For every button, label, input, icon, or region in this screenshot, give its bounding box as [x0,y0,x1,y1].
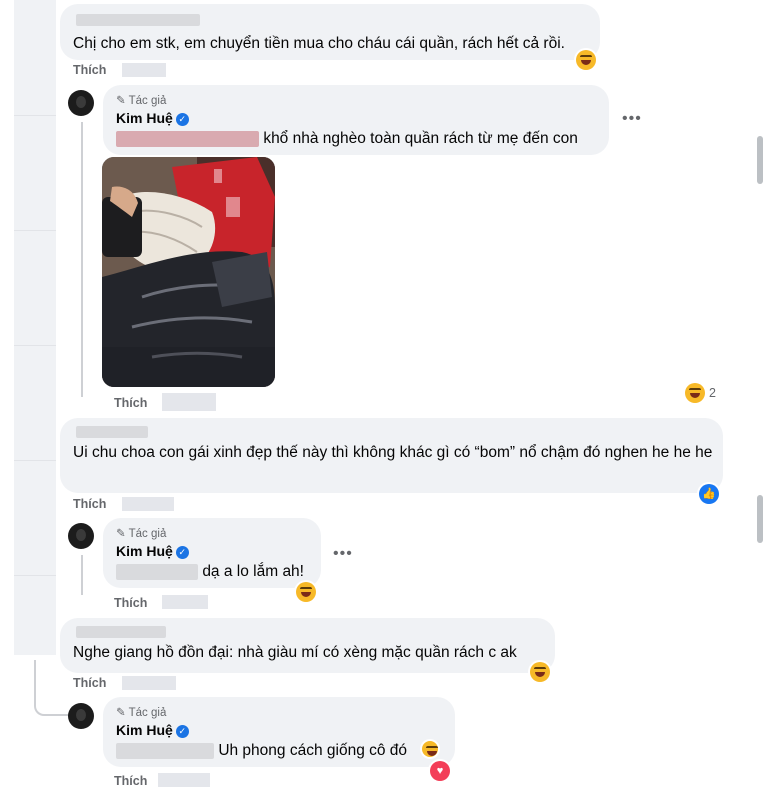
pen-icon: ✎ [116,95,126,107]
thread-line [81,555,83,595]
like-reaction-icon[interactable]: 👍 [699,484,719,504]
redacted-meta [158,773,210,787]
author-badge: ✎ Tác giả [116,93,166,107]
reply-bubble: ✎ Tác giả Kim Huệ ✓ dạ a lo lắm ah! [103,518,321,588]
author-name[interactable]: Kim Huệ [116,722,173,738]
author-name[interactable]: Kim Huệ [116,543,173,559]
redacted-username [76,14,200,26]
attached-photo[interactable] [102,157,275,387]
like-button[interactable]: Thích [73,497,106,511]
redacted-mention [116,563,198,580]
redacted-meta [122,676,176,690]
author-name-row: Kim Huệ ✓ [116,543,189,559]
author-badge-label: Tác giả [128,95,167,107]
attached-photo-image [102,157,275,387]
like-button[interactable]: Thích [114,396,147,410]
scrollbar-thumb[interactable] [757,136,763,184]
verified-badge-icon: ✓ [175,113,189,126]
like-button[interactable]: Thích [114,596,147,610]
laughing-emoji-icon[interactable] [576,50,596,70]
laughing-emoji-icon[interactable] [685,383,705,403]
verified-badge-icon: ✓ [175,725,189,738]
more-options-button[interactable]: ••• [333,545,353,563]
comment-bubble: Ui chu choa con gái xinh đẹp thế này thì… [60,418,723,493]
pen-icon: ✎ [116,528,126,540]
avatar[interactable] [68,523,94,549]
comment-line: Uh phong cách giống cô đó [116,740,407,762]
laughing-emoji-icon[interactable] [530,662,550,682]
redacted-username [76,426,148,438]
reaction-count[interactable]: 2 [709,386,716,400]
reply-bubble: ✎ Tác giả Kim Huệ ✓ khổ nhà nghèo toàn qu… [103,85,609,155]
comment-text: dạ a lo lắm ah! [202,563,304,580]
author-name-row: Kim Huệ ✓ [116,110,189,126]
more-options-button[interactable]: ••• [622,110,642,128]
redacted-meta [122,497,174,511]
thread-line [81,122,83,397]
like-button[interactable]: Thích [73,676,106,690]
heart-reaction-icon[interactable]: ♥ [430,761,450,781]
comment-line: khổ nhà nghèo toàn quần rách từ mẹ đến c… [116,128,578,150]
like-button[interactable]: Thích [73,63,106,77]
comment-text: khổ nhà nghèo toàn quần rách từ mẹ đến c… [263,130,578,147]
redacted-username [76,626,166,638]
redacted-meta [162,393,216,411]
thread-elbow [34,660,70,716]
like-button[interactable]: Thích [114,774,147,788]
author-badge-label: Tác giả [128,528,167,540]
laughing-emoji-icon[interactable] [296,582,316,602]
author-name[interactable]: Kim Huệ [116,110,173,126]
avatar[interactable] [68,90,94,116]
author-name-row: Kim Huệ ✓ [116,722,189,738]
comment-text: Ui chu choa con gái xinh đẹp thế này thì… [73,444,713,461]
comment-text: Nghe giang hồ đồn đại: nhà giàu mí có xè… [73,644,517,661]
comment-bubble: Chị cho em stk, em chuyển tiền mua cho c… [60,4,600,60]
author-badge-label: Tác giả [128,707,167,719]
comment-text: Chị cho em stk, em chuyển tiền mua cho c… [73,35,565,52]
redacted-mention [116,742,214,759]
reply-bubble: ✎ Tác giả Kim Huệ ✓ Uh phong cách giống c… [103,697,455,767]
avatar[interactable] [68,703,94,729]
author-badge: ✎ Tác giả [116,705,166,719]
comment-bubble: Nghe giang hồ đồn đại: nhà giàu mí có xè… [60,618,555,673]
redacted-meta [162,595,208,609]
redacted-meta [122,63,166,77]
comment-text: Uh phong cách giống cô đó [218,742,408,759]
left-rail [14,0,56,655]
verified-badge-icon: ✓ [175,546,189,559]
scrollbar-thumb[interactable] [757,495,763,543]
redacted-mention [116,130,259,147]
author-badge: ✎ Tác giả [116,526,166,540]
comment-line: dạ a lo lắm ah! [116,561,304,583]
pen-icon: ✎ [116,707,126,719]
laughing-emoji-icon [422,741,438,757]
